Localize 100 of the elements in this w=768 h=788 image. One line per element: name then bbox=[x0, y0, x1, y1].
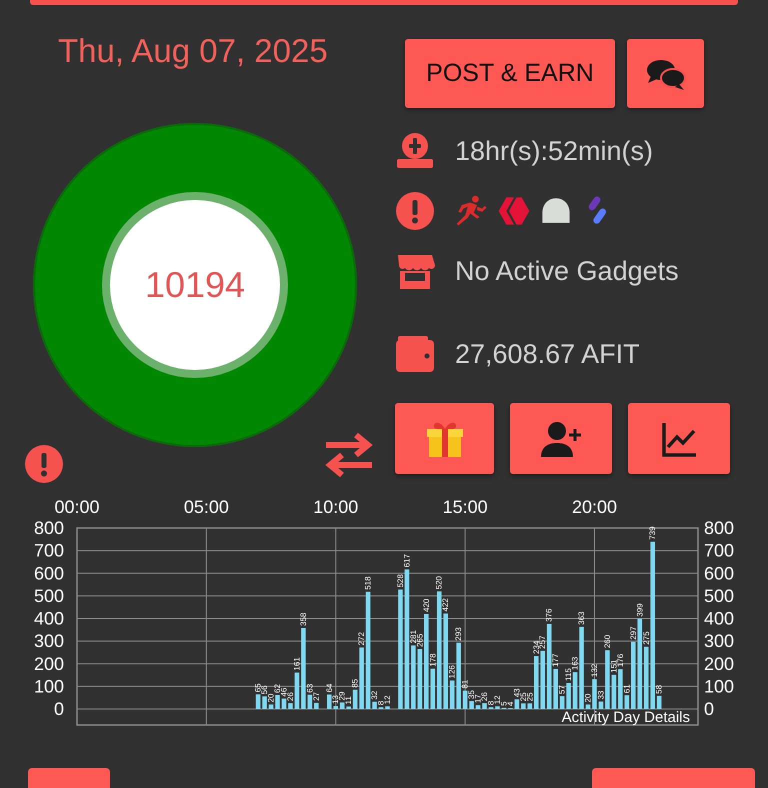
chart-bar bbox=[612, 674, 616, 709]
axis-label: 100 bbox=[34, 676, 64, 696]
chart-bar bbox=[482, 703, 487, 709]
chart-bar bbox=[572, 672, 578, 709]
value-label: 363 bbox=[577, 612, 586, 625]
value-label: 46 bbox=[280, 688, 288, 697]
value-label: 25 bbox=[525, 692, 534, 702]
value-label: 81 bbox=[460, 680, 470, 689]
value-label: 234 bbox=[532, 640, 541, 654]
value-label: 420 bbox=[422, 598, 431, 612]
value-label: 358 bbox=[298, 612, 308, 626]
value-label: 518 bbox=[364, 576, 373, 590]
axis-label: 500 bbox=[34, 586, 64, 606]
chart-button[interactable] bbox=[628, 403, 730, 474]
value-label: 65 bbox=[254, 683, 263, 692]
chart-bar bbox=[592, 679, 597, 709]
value-label: 115 bbox=[564, 668, 574, 681]
value-label: 151 bbox=[609, 659, 618, 673]
value-label: 617 bbox=[402, 554, 412, 568]
chart-bar bbox=[256, 694, 260, 709]
chart-bar bbox=[275, 694, 280, 709]
value-label: 13 bbox=[331, 695, 340, 704]
alert-icon[interactable] bbox=[25, 445, 63, 483]
chart-bar bbox=[598, 702, 604, 709]
value-label: 528 bbox=[396, 574, 405, 588]
wallet-icon bbox=[395, 334, 435, 374]
value-label: 29 bbox=[338, 692, 347, 700]
chart-bar bbox=[268, 704, 274, 709]
chart-bar bbox=[476, 705, 480, 709]
coin-tray-icon bbox=[395, 131, 435, 171]
value-label: 25 bbox=[518, 692, 528, 702]
value-label: 26 bbox=[480, 692, 490, 702]
chart-bar bbox=[469, 701, 474, 709]
value-label: 260 bbox=[602, 634, 612, 648]
value-label: 57 bbox=[558, 685, 567, 694]
gadgets-text: No Active Gadgets bbox=[455, 256, 679, 286]
chart-bar bbox=[314, 702, 319, 709]
gift-button[interactable] bbox=[395, 403, 494, 474]
axis-label: 400 bbox=[704, 608, 734, 628]
chart-bar bbox=[385, 706, 390, 709]
value-label: 177 bbox=[551, 654, 560, 667]
value-label: 61 bbox=[622, 684, 632, 694]
time-label: 10:00 bbox=[313, 497, 358, 517]
value-label: 520 bbox=[434, 576, 444, 590]
add-user-button[interactable] bbox=[510, 403, 612, 474]
post-button[interactable]: POST & EARN bbox=[405, 39, 615, 108]
chart-bar bbox=[605, 650, 610, 709]
value-label: 17 bbox=[474, 694, 483, 704]
axis-label: 100 bbox=[704, 676, 734, 696]
chart-bar bbox=[372, 702, 377, 709]
value-label: 376 bbox=[544, 608, 554, 622]
value-label: 132 bbox=[590, 664, 599, 678]
value-label: 58 bbox=[654, 684, 664, 694]
axis-label: 0 bbox=[54, 699, 64, 719]
chart-bar bbox=[495, 706, 500, 709]
value-label: 20 bbox=[266, 694, 276, 702]
value-label: 5 bbox=[499, 701, 508, 706]
value-label: 12 bbox=[383, 695, 392, 704]
value-label: 8 bbox=[376, 700, 386, 706]
axis-label: 200 bbox=[704, 654, 734, 674]
axis-label: 600 bbox=[704, 563, 734, 584]
value-label: 257 bbox=[538, 636, 548, 649]
value-label: 399 bbox=[635, 603, 644, 617]
chart-bar bbox=[411, 645, 416, 709]
value-label: 64 bbox=[324, 684, 334, 693]
value-label: 20 bbox=[584, 694, 593, 702]
chat-button[interactable] bbox=[627, 39, 704, 108]
value-label: 297 bbox=[628, 626, 638, 640]
value-label: 176 bbox=[616, 654, 625, 668]
time-label: 00:00 bbox=[54, 497, 100, 517]
chart-bar bbox=[456, 642, 461, 709]
value-label: 739 bbox=[648, 526, 658, 540]
date-label: Thu, Aug 07, 2025 bbox=[58, 31, 329, 71]
balance-text: 27,608.67 AFIT bbox=[455, 338, 640, 370]
chart-bar bbox=[308, 694, 312, 709]
chart-bar bbox=[521, 703, 526, 709]
runner-icon[interactable] bbox=[455, 194, 489, 228]
value-label: 272 bbox=[357, 632, 366, 646]
step-count: 10194 bbox=[144, 264, 246, 306]
chart-title: Activity Day Details bbox=[562, 709, 690, 726]
chart-bar bbox=[418, 649, 422, 709]
value-label: 12 bbox=[492, 695, 502, 704]
value-label: 422 bbox=[441, 598, 450, 612]
axis-label: 400 bbox=[34, 608, 64, 628]
value-label: 265 bbox=[415, 634, 424, 648]
chart-bar bbox=[294, 672, 300, 709]
alert-icon[interactable] bbox=[395, 191, 435, 231]
chart-bar bbox=[352, 690, 358, 709]
chart-bar bbox=[514, 699, 520, 709]
value-label: 35 bbox=[467, 690, 476, 700]
value-label: 26 bbox=[286, 692, 295, 702]
axis-label: 200 bbox=[34, 654, 64, 674]
value-label: 293 bbox=[454, 627, 464, 641]
chart-bar bbox=[462, 690, 468, 709]
axis-label: 300 bbox=[704, 631, 734, 652]
chart-bar bbox=[586, 704, 590, 709]
chart-bar bbox=[618, 669, 623, 709]
value-label: 275 bbox=[642, 631, 651, 645]
time-label: 05:00 bbox=[184, 497, 229, 517]
value-label: 56 bbox=[260, 685, 270, 694]
